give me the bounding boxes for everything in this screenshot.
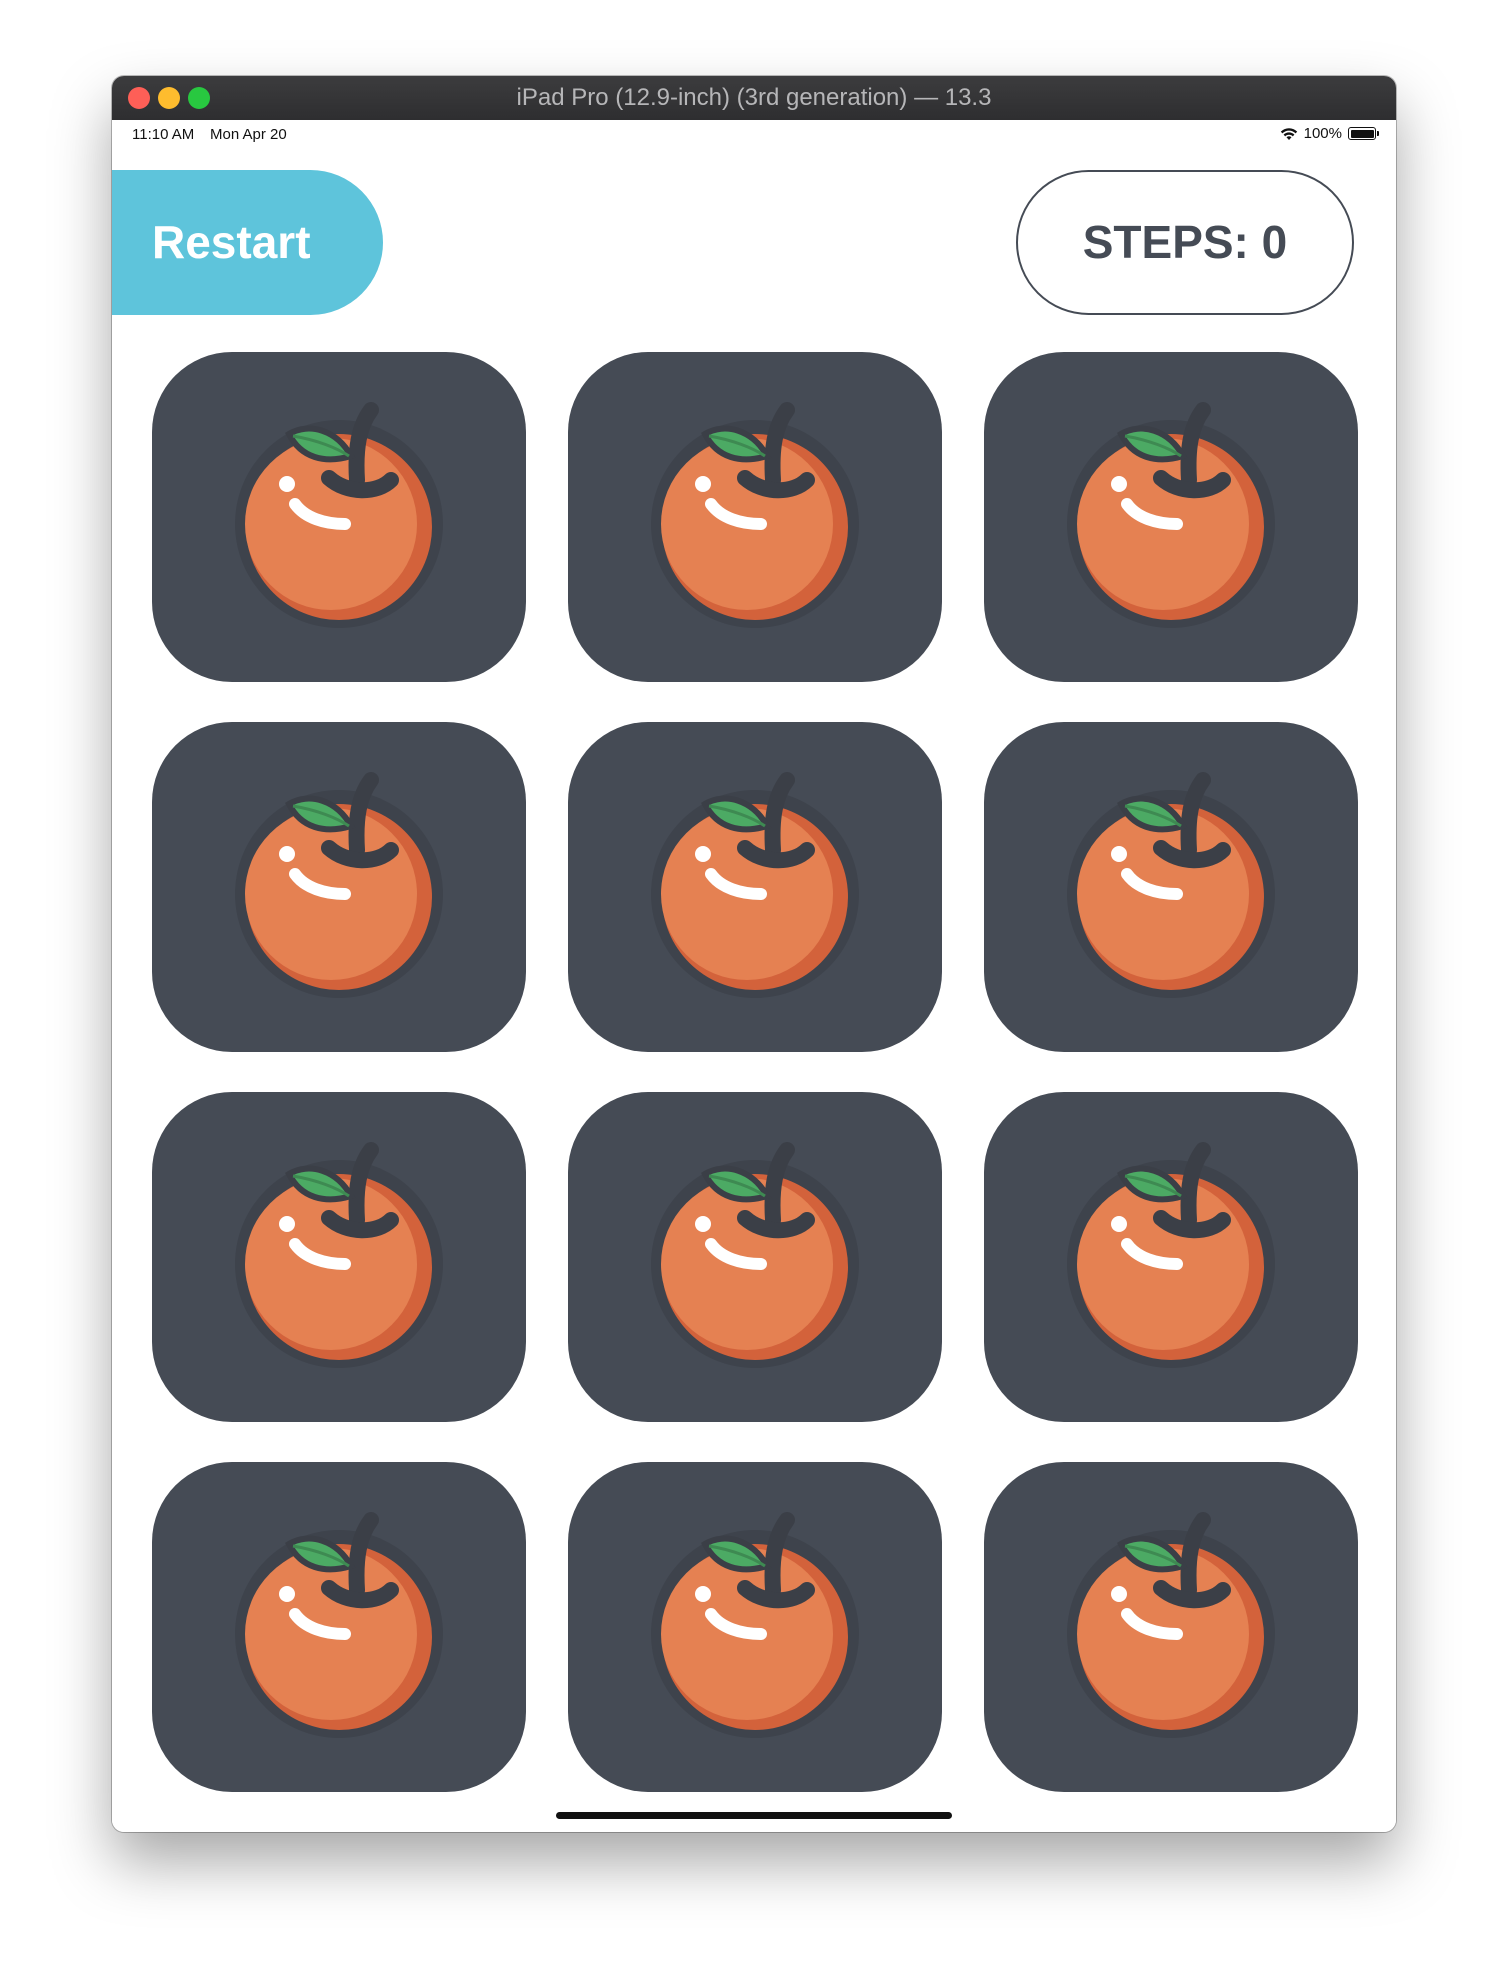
orange-icon	[625, 382, 885, 642]
memory-card[interactable]	[984, 1462, 1358, 1792]
memory-card[interactable]	[984, 1092, 1358, 1422]
orange-icon	[625, 1492, 885, 1752]
home-indicator[interactable]	[556, 1812, 952, 1819]
restart-button[interactable]: Restart	[112, 170, 383, 315]
memory-card[interactable]	[152, 352, 526, 682]
screenshot-stage: iPad Pro (12.9-inch) (3rd generation) — …	[0, 0, 1506, 1978]
orange-icon	[1041, 752, 1301, 1012]
battery-icon	[1348, 127, 1379, 140]
orange-icon	[209, 382, 469, 642]
memory-card[interactable]	[152, 1092, 526, 1422]
orange-icon	[625, 1122, 885, 1382]
memory-card[interactable]	[568, 1092, 942, 1422]
memory-card[interactable]	[152, 1462, 526, 1792]
simulator-window: iPad Pro (12.9-inch) (3rd generation) — …	[112, 76, 1396, 1832]
memory-card[interactable]	[568, 722, 942, 1052]
status-time: 11:10 AM	[132, 126, 195, 143]
orange-icon	[1041, 1122, 1301, 1382]
window-title: iPad Pro (12.9-inch) (3rd generation) — …	[516, 84, 992, 111]
orange-icon	[209, 1492, 469, 1752]
orange-icon	[209, 752, 469, 1012]
memory-card[interactable]	[568, 352, 942, 682]
window-titlebar[interactable]: iPad Pro (12.9-inch) (3rd generation) — …	[112, 76, 1396, 121]
status-right: 100%	[1280, 125, 1379, 142]
orange-icon	[209, 1122, 469, 1382]
memory-card[interactable]	[984, 722, 1358, 1052]
orange-icon	[625, 752, 885, 1012]
orange-icon	[1041, 382, 1301, 642]
memory-card[interactable]	[568, 1462, 942, 1792]
battery-percent: 100%	[1303, 125, 1342, 142]
memory-card[interactable]	[152, 722, 526, 1052]
ipad-screen: 11:10 AM Mon Apr 20 100% Restart STEPS: …	[112, 120, 1396, 1832]
wifi-icon	[1280, 127, 1297, 140]
steps-counter: STEPS: 0	[1016, 170, 1354, 315]
memory-card[interactable]	[984, 352, 1358, 682]
status-date: Mon Apr 20	[210, 126, 287, 143]
orange-icon	[1041, 1492, 1301, 1752]
status-bar: 11:10 AM Mon Apr 20 100%	[112, 120, 1396, 150]
